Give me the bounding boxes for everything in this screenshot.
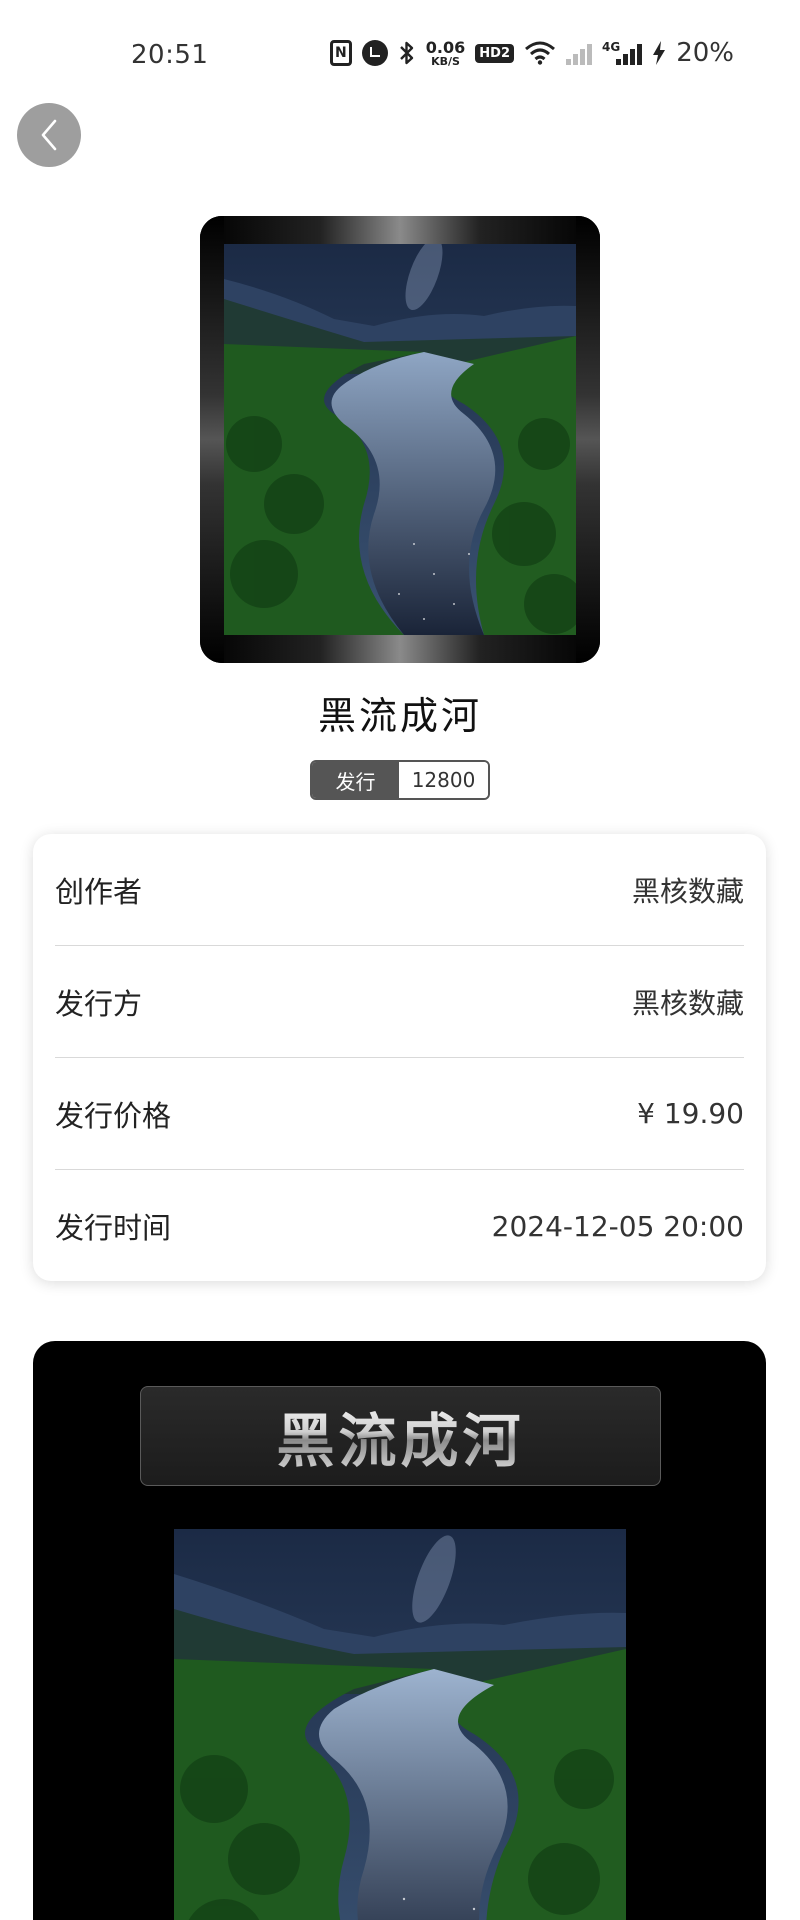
speed-value: 0.06 xyxy=(425,37,466,57)
frame-top xyxy=(200,216,600,244)
info-key: 发行时间 xyxy=(55,1211,172,1245)
info-row-issuer: 发行方 黑核数藏 xyxy=(55,946,744,1058)
signal-icon-sim1 xyxy=(566,41,592,65)
info-key: 创作者 xyxy=(55,874,143,909)
frame-bottom xyxy=(200,635,600,663)
info-row-creator: 创作者 黑核数藏 xyxy=(55,834,744,946)
wifi-icon xyxy=(524,41,556,65)
nft-hero-image[interactable] xyxy=(200,216,600,663)
detail-artwork[interactable] xyxy=(174,1529,626,1920)
info-row-release-time: 发行时间 2024-12-05 20:00 xyxy=(55,1170,744,1282)
issue-label: 发行 xyxy=(312,762,399,798)
info-value: 黑核数藏 xyxy=(631,986,744,1020)
frame-left xyxy=(200,216,224,663)
info-row-price: 发行价格 ¥ 19.90 xyxy=(55,1058,744,1170)
detail-title-box: 黑流成河 xyxy=(140,1386,661,1486)
detail-title: 黑流成河 xyxy=(276,1394,524,1478)
info-key: 发行方 xyxy=(55,986,143,1021)
hd-icon: HD2 xyxy=(475,43,514,63)
artwork-river-night xyxy=(224,244,576,635)
charging-icon xyxy=(652,41,666,65)
info-card: 创作者 黑核数藏 发行方 黑核数藏 发行价格 ¥ 19.90 发行时间 2024… xyxy=(33,834,766,1281)
signal-icon-sim2: 4G xyxy=(602,40,643,65)
info-value: 2024-12-05 20:00 xyxy=(491,1209,744,1243)
speed-unit: KB/S xyxy=(431,54,460,68)
info-value: ¥ 19.90 xyxy=(637,1097,744,1130)
nfc-icon: N xyxy=(329,40,352,66)
issue-badge: 发行 12800 xyxy=(310,760,490,800)
bluetooth-icon xyxy=(398,40,416,66)
info-key: 发行价格 xyxy=(55,1098,172,1133)
battery-level: 20% xyxy=(676,38,734,68)
detail-panel: 黑流成河 xyxy=(33,1341,766,1920)
frame-right xyxy=(576,216,600,663)
status-bar: 20:51 N 0.06 KB/S HD2 4G 20% xyxy=(0,0,800,112)
chevron-left-icon xyxy=(41,119,57,151)
nft-title: 黑流成河 xyxy=(317,694,482,738)
back-button[interactable] xyxy=(17,103,81,167)
info-value: 黑核数藏 xyxy=(631,874,744,908)
alarm-icon xyxy=(361,40,388,66)
network-type: 4G xyxy=(602,40,621,54)
network-speed: 0.06 KB/S xyxy=(425,37,466,68)
issue-count: 12800 xyxy=(399,762,488,798)
status-time: 20:51 xyxy=(131,40,209,70)
status-icons: N 0.06 KB/S HD2 4G 20% xyxy=(329,37,734,68)
